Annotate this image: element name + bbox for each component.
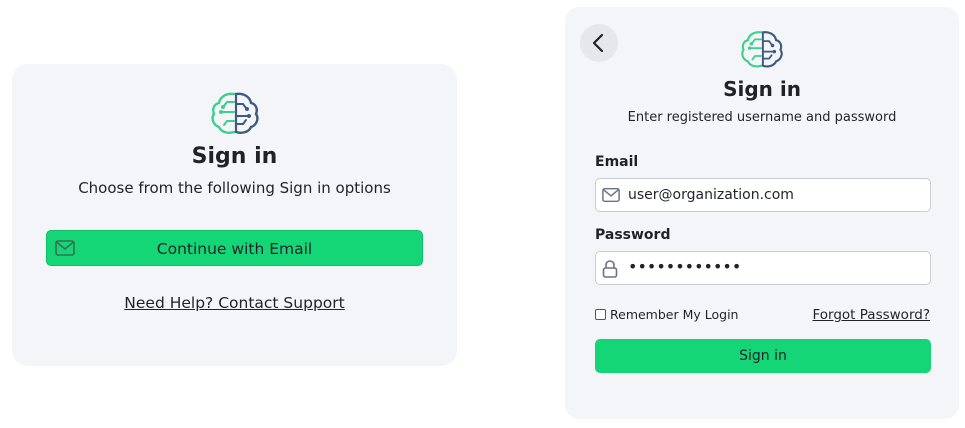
mail-icon [602,187,620,203]
continue-with-email-label: Continue with Email [156,240,313,258]
page-title: Sign in [191,144,278,169]
password-label: Password [595,227,671,243]
forgot-password-link[interactable]: Forgot Password? [813,307,931,323]
password-field[interactable]: •••••••••••• [595,251,931,285]
remember-login-option[interactable]: Remember My Login [595,307,738,322]
sign-in-options-subtitle: Choose from the following Sign in option… [78,179,391,197]
sign-in-options-card: Sign in Choose from the following Sign i… [12,64,457,366]
chevron-left-icon [592,33,604,53]
continue-with-email-button[interactable]: Continue with Email [46,230,423,266]
password-value: •••••••••••• [628,257,742,276]
brain-logo-icon [211,92,259,134]
contact-support-link[interactable]: Need Help? Contact Support [12,294,457,312]
back-button[interactable] [580,24,618,62]
remember-login-checkbox[interactable] [595,309,606,320]
login-title: Sign in [723,77,801,101]
sign-in-button-label: Sign in [739,348,787,364]
login-form-card: Sign in Enter registered username and pa… [565,7,959,419]
sign-in-button[interactable]: Sign in [595,339,931,373]
remember-login-label: Remember My Login [610,307,739,322]
login-subtitle: Enter registered username and password [627,110,897,125]
lock-icon [602,260,618,278]
email-field[interactable]: user@organization.com [595,178,931,212]
brain-logo-icon [741,31,783,68]
email-label: Email [595,154,639,170]
email-value: user@organization.com [628,187,794,203]
